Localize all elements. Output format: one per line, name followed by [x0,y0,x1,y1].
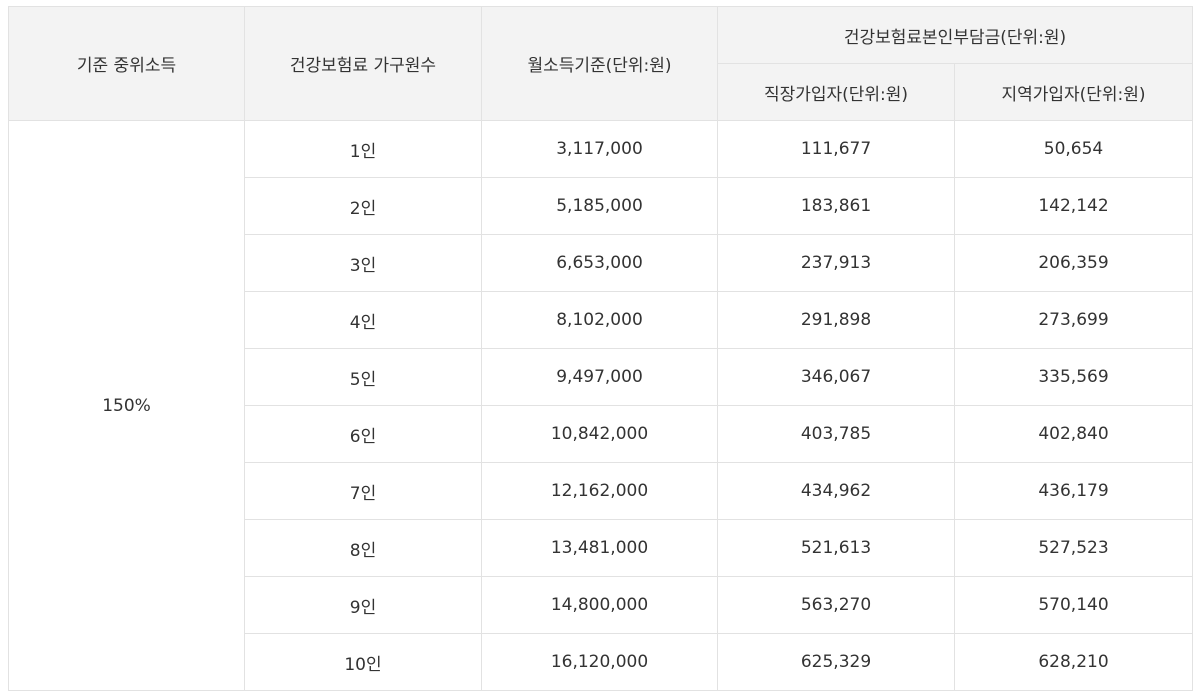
household-cell: 9인 [244,576,482,634]
median-income-cell: 150% [8,120,245,691]
header-household-size: 건강보험료 가구원수 [244,6,482,121]
table-header: 기준 중위소득 건강보험료 가구원수 월소득기준(단위:원) 건강보험료본인부담… [8,6,1193,121]
regional-cell: 436,179 [954,462,1193,520]
table-body: 150% 1인 3,117,000 111,677 50,654 2인 5,18… [8,120,1193,691]
header-employee: 직장가입자(단위:원) [717,63,955,121]
income-cell: 13,481,000 [481,519,718,577]
household-cell: 8인 [244,519,482,577]
household-cell: 7인 [244,462,482,520]
employee-cell: 403,785 [717,405,955,463]
employee-cell: 291,898 [717,291,955,349]
header-monthly-income: 월소득기준(단위:원) [481,6,718,121]
household-cell: 1인 [244,120,482,178]
income-cell: 12,162,000 [481,462,718,520]
regional-cell: 402,840 [954,405,1193,463]
regional-cell: 50,654 [954,120,1193,178]
employee-cell: 237,913 [717,234,955,292]
employee-cell: 111,677 [717,120,955,178]
income-cell: 16,120,000 [481,633,718,691]
household-cell: 3인 [244,234,482,292]
income-cell: 9,497,000 [481,348,718,406]
regional-cell: 527,523 [954,519,1193,577]
income-cell: 5,185,000 [481,177,718,235]
health-insurance-premium-table: 기준 중위소득 건강보험료 가구원수 월소득기준(단위:원) 건강보험료본인부담… [8,6,1193,691]
header-row-1: 기준 중위소득 건강보험료 가구원수 월소득기준(단위:원) 건강보험료본인부담… [8,6,1193,121]
income-cell: 8,102,000 [481,291,718,349]
regional-cell: 206,359 [954,234,1193,292]
table-row: 150% 1인 3,117,000 111,677 50,654 [8,120,1193,691]
household-cell: 2인 [244,177,482,235]
regional-cell: 628,210 [954,633,1193,691]
income-cell: 10,842,000 [481,405,718,463]
header-premium-group: 건강보험료본인부담금(단위:원) [717,6,1193,64]
income-cell: 3,117,000 [481,120,718,178]
household-cell: 4인 [244,291,482,349]
employee-cell: 521,613 [717,519,955,577]
header-median-income: 기준 중위소득 [8,6,245,121]
premium-table-container: 기준 중위소득 건강보험료 가구원수 월소득기준(단위:원) 건강보험료본인부담… [8,6,1193,691]
household-cell: 6인 [244,405,482,463]
household-cell: 5인 [244,348,482,406]
employee-cell: 434,962 [717,462,955,520]
household-cell: 10인 [244,633,482,691]
regional-cell: 142,142 [954,177,1193,235]
regional-cell: 570,140 [954,576,1193,634]
header-regional: 지역가입자(단위:원) [954,63,1193,121]
employee-cell: 346,067 [717,348,955,406]
employee-cell: 563,270 [717,576,955,634]
employee-cell: 625,329 [717,633,955,691]
regional-cell: 335,569 [954,348,1193,406]
regional-cell: 273,699 [954,291,1193,349]
income-cell: 6,653,000 [481,234,718,292]
employee-cell: 183,861 [717,177,955,235]
income-cell: 14,800,000 [481,576,718,634]
